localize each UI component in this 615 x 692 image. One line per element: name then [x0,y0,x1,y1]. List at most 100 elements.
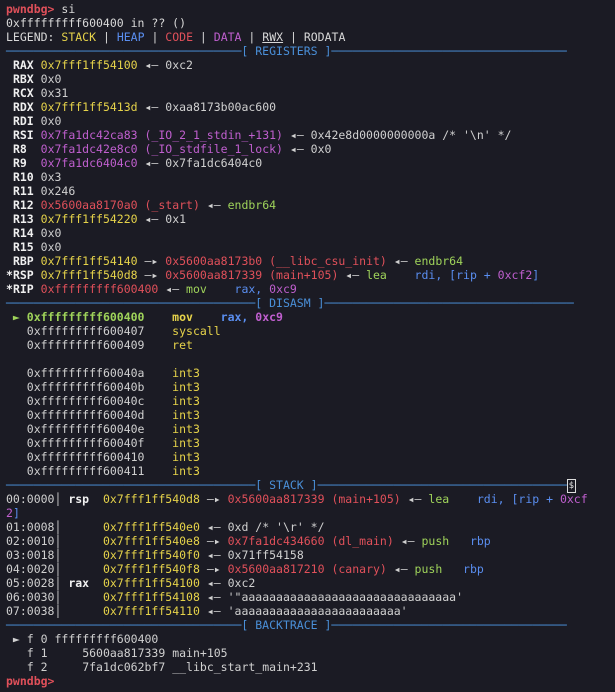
register-name: RSP [12,268,41,282]
register-deref: ◂— [386,254,415,268]
scroll-marker-icon: $ [566,478,576,493]
register-name: RAX [12,58,41,72]
stack-index: 01:0008 [6,520,55,534]
disasm-header: ────────────────────────────────────[ DI… [6,296,574,310]
bottom-prompt-label: pwndbg> [6,674,55,688]
backtrace-frame: f 0 [26,632,48,646]
register-deref: 0xc2 [165,58,193,72]
prompt-line: pwndbg> si [6,2,615,16]
register-changed-marker [6,114,13,128]
register-name: RIP [12,282,41,296]
register-deref: 0xcf2 [497,268,533,282]
register-value: 0x0 [40,114,62,128]
register-name: RDI [12,114,41,128]
register-deref: ◂— [137,212,166,226]
stack-deref: 0xc2 [227,576,256,590]
disasm-operand: 0xc9 [255,310,283,324]
register-value: 0x0 [40,72,62,86]
register-deref: mov [186,282,207,296]
disasm-opcode: int3 [144,436,221,450]
stack-deref: ◂— [199,604,228,618]
terminal[interactable]: pwndbg> si 0xfffffffff600400 in ?? () LE… [0,0,615,692]
bottom-prompt-line[interactable]: pwndbg> [6,674,615,688]
register-value: 0x0 [40,240,62,254]
stack-deref: 2 [6,506,13,520]
disasm-address: 0xfffffffff600411 [26,464,145,478]
register-value: 0x7fff1ff5413d [40,100,138,114]
stack-deref: ◂— [393,534,422,548]
stack-deref: —▸ [199,562,228,576]
current-instruction-arrow-icon [6,380,27,394]
current-frame-arrow-icon: ► [6,632,27,646]
stack-address: 0x7fff1ff540f0 [102,548,200,562]
disasm-address: 0xfffffffff600407 [26,324,145,338]
stack-register: rsp [68,492,103,506]
legend-code: CODE [165,30,193,44]
register-name: R13 [12,212,41,226]
register-changed-marker [6,72,13,86]
disasm-address: 0xfffffffff60040a [26,366,145,380]
register-changed-marker: * [6,282,13,296]
disasm-address: 0xfffffffff60040d [26,408,145,422]
register-deref: 0x1 [165,212,187,226]
disasm-address: 0xfffffffff600409 [26,338,145,352]
register-name: R15 [12,240,41,254]
disasm-opcode: int3 [144,422,221,436]
stack-deref: ◂— [400,492,429,506]
stack-row: 05:0028│ rax 0x7fff1ff54100 ◂— 0xc2 [6,576,615,590]
register-deref: —▸ [137,268,166,282]
stack-register [68,604,103,618]
disasm-opcode: int3 [144,380,221,394]
current-instruction-arrow-icon [6,338,27,352]
stack-deref: 0xd /* '\r' */ [227,520,325,534]
legend-stack: STACK [61,30,97,44]
stack-divider: │ [54,548,69,562]
register-value: 0x31 [40,86,69,100]
register-changed-marker [6,212,13,226]
disasm-panel: ► 0xfffffffff600400 mov rax, 0xc9 0xffff… [6,310,615,478]
register-changed-marker [6,240,13,254]
register-row: *RSP 0x7fff1ff540d8 —▸ 0x5600aa817339 (m… [6,268,615,282]
prompt-command: si [61,2,76,16]
register-value: 0x246 [40,184,76,198]
register-name: R12 [12,198,41,212]
register-deref: 0x0 [310,142,332,156]
legend-heap: HEAP [116,30,145,44]
register-deref: ◂— [137,156,166,170]
current-instruction-arrow-icon: ► [6,310,27,324]
register-name: RBP [12,254,41,268]
current-instruction-arrow-icon [6,422,27,436]
register-deref: ◂— [282,142,311,156]
stack-row: 04:0020│ 0x7fff1ff540f8 —▸ 0x5600aa81721… [6,562,615,576]
register-changed-marker [6,254,13,268]
register-deref: 0x42e8d0000000000a /* '\n' */ [310,128,512,142]
stack-deref: lea [428,492,450,506]
register-name: R11 [12,184,41,198]
register-value: 0x7fff1ff54220 [40,212,138,226]
current-frame-arrow-icon [6,660,27,674]
register-row: RDX 0x7fff1ff5413d ◂— 0xaa8173b00ac600 [6,100,615,114]
backtrace-row: f 1 5600aa817339 main+105 [6,646,615,660]
register-deref: endbr64 [227,198,277,212]
backtrace-row: f 2 7fa1dc062bf7 __libc_start_main+231 [6,660,615,674]
legend-prefix: LEGEND: [6,30,55,44]
disasm-opcode: int3 [144,394,221,408]
disasm-address: 0xfffffffff600400 [26,310,145,324]
stack-register [68,520,103,534]
register-changed-marker: * [6,268,13,282]
current-instruction-arrow-icon [6,366,27,380]
stack-address: 0x7fff1ff540d8 [102,492,200,506]
stack-deref: ◂— [199,590,228,604]
registers-header: ──────────────────────────────────[ REGI… [6,44,567,58]
stack-row: 03:0018│ 0x7fff1ff540f0 ◂— 0x71ff54158 [6,548,615,562]
register-row: RAX 0x7fff1ff54100 ◂— 0xc2 [6,58,615,72]
stack-row: 00:0000│ rsp 0x7fff1ff540d8 —▸ 0x5600aa8… [6,492,615,506]
disasm-address: 0xfffffffff60040c [26,394,145,408]
stack-row-wrap: 2] [6,506,615,520]
register-row: RSI 0x7fa1dc42ca83 (_IO_2_1_stdin_+131) … [6,128,615,142]
legend-data: DATA [213,30,242,44]
stack-deref: 0x71ff54158 [227,548,304,562]
register-deref: ◂— [137,100,166,114]
disasm-row: 0xfffffffff600409 ret [6,338,615,352]
